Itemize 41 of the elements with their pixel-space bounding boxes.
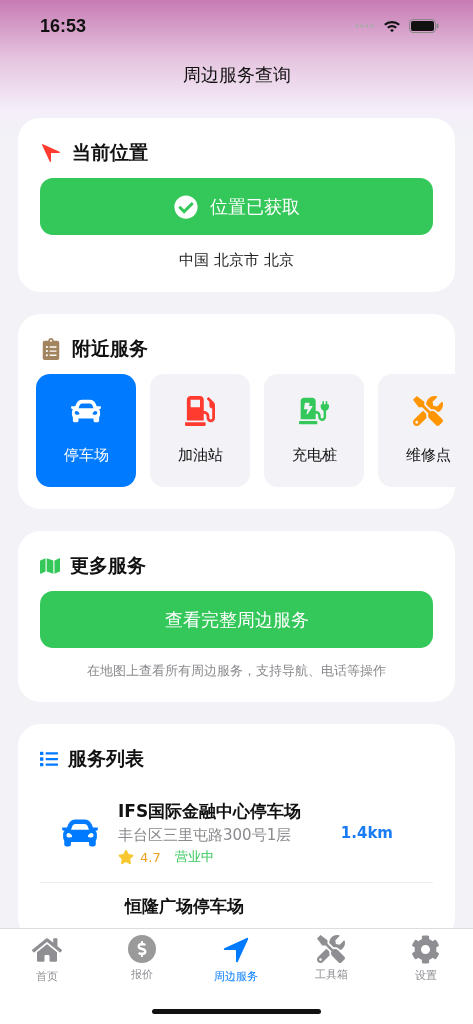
tab-item[interactable]: 工具箱 xyxy=(283,935,379,982)
tab-item[interactable]: 首页 xyxy=(0,935,95,984)
tab-item[interactable]: 设置 xyxy=(378,935,473,983)
service-tile[interactable]: 停车场 xyxy=(36,374,136,487)
service-tile[interactable]: 加油站 xyxy=(150,374,250,487)
home-icon xyxy=(32,935,63,965)
view-all-button[interactable]: 查看完整周边服务 xyxy=(40,591,433,648)
service-tile[interactable]: 维修点 xyxy=(378,374,455,487)
service-name: IFS国际金融中心停车场 xyxy=(118,800,303,823)
card-title: 服务列表 xyxy=(68,746,144,771)
battery-icon xyxy=(409,19,439,33)
location-arrow-icon xyxy=(40,142,62,164)
rating: 4.7 xyxy=(140,849,161,865)
card-title: 附近服务 xyxy=(72,336,148,361)
open-status: 营业中 xyxy=(174,848,214,866)
service-list-item[interactable]: IFS国际金融中心停车场 丰台区三里屯路300号1层 4.7 营业中 1.4km xyxy=(40,784,433,883)
service-address: 丰台区三里屯路300号1层 xyxy=(118,826,293,845)
tools-icon xyxy=(317,935,346,963)
card-title: 当前位置 xyxy=(72,140,148,165)
page-title: 周边服务查询 xyxy=(181,63,292,87)
distance: 1.4km xyxy=(340,824,393,842)
signal-icon xyxy=(355,24,375,28)
map-caption: 在地图上查看所有周边服务，支持导航、电话等操作 xyxy=(86,662,387,680)
list-icon xyxy=(40,750,58,768)
location-address: 中国 北京市 北京 xyxy=(178,251,295,270)
star-icon xyxy=(118,849,134,865)
settings-icon xyxy=(411,935,441,964)
service-name: 恒隆广场停车场 xyxy=(125,896,244,916)
tab-item[interactable]: 周边服务 xyxy=(189,935,284,984)
wifi-icon xyxy=(383,19,401,33)
service-tile[interactable]: 充电桩 xyxy=(264,374,364,487)
tab-item[interactable]: 报价 xyxy=(94,935,190,982)
dollar-icon xyxy=(127,935,156,963)
status-time: 16:53 xyxy=(40,15,87,37)
clipboard-icon xyxy=(40,338,62,360)
map-icon xyxy=(40,556,60,576)
tools-icon xyxy=(413,396,443,426)
fuel-pump-icon xyxy=(185,396,215,426)
card-title: 更多服务 xyxy=(70,553,146,578)
location-status-button[interactable]: 位置已获取 xyxy=(40,178,433,235)
charging-icon xyxy=(299,396,329,426)
